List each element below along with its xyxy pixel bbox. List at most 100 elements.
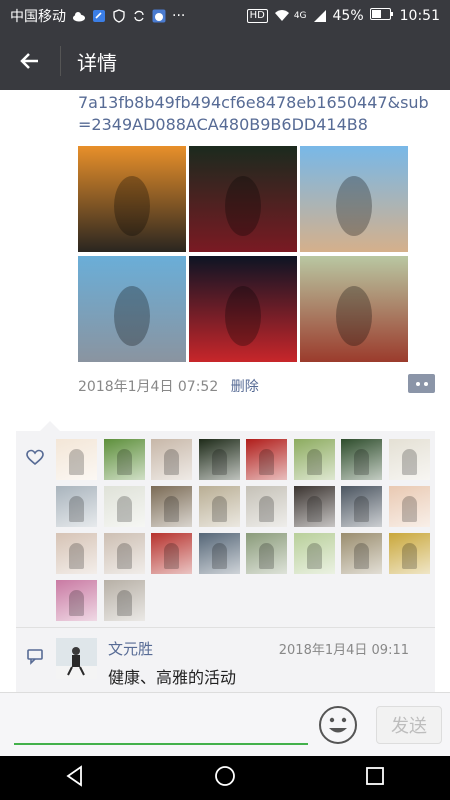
comment-text[interactable]: 健康、高雅的活动 xyxy=(108,664,236,688)
dot-icon xyxy=(423,381,428,386)
avatar-figure xyxy=(116,496,132,522)
avatar-field[interactable] xyxy=(293,439,335,480)
avatar-figure xyxy=(306,543,322,569)
avatar-stones[interactable] xyxy=(198,486,240,527)
avatar-woman-field[interactable] xyxy=(293,533,335,574)
battery-icon xyxy=(369,8,394,24)
avatar-bird[interactable] xyxy=(341,439,382,480)
avatar-figure xyxy=(354,496,369,522)
avatar-figure xyxy=(354,543,369,569)
avatar-figure xyxy=(211,543,227,569)
comments-section: 文元胜 2018年1月4日 09:11 健康、高雅的活动 xyxy=(16,627,435,692)
send-button[interactable]: 发送 xyxy=(376,706,442,744)
delete-link[interactable]: 删除 xyxy=(231,379,259,395)
avatar-figure xyxy=(259,496,274,522)
avatar-figure xyxy=(354,449,369,475)
hd-badge: HD xyxy=(246,9,268,23)
heron-sunset-photo xyxy=(114,176,150,236)
avatar-man-suit[interactable] xyxy=(341,486,382,527)
sync-icon xyxy=(132,9,146,23)
square-recents-icon xyxy=(366,767,384,785)
signal-icon xyxy=(313,9,327,23)
likes-section xyxy=(16,431,435,627)
app-icon xyxy=(92,9,106,23)
avatar-city[interactable] xyxy=(56,486,97,527)
avatar-woman-red[interactable] xyxy=(246,486,287,527)
avatar-seal[interactable] xyxy=(56,439,97,480)
comment-author[interactable]: 文元胜 xyxy=(108,638,153,659)
avatar-fox[interactable] xyxy=(388,486,430,527)
clock: 10:51 xyxy=(399,8,440,24)
avatar-park[interactable] xyxy=(246,533,287,574)
avatar-figure xyxy=(116,543,132,569)
avatar-figure xyxy=(401,449,417,475)
avatar-yellow[interactable] xyxy=(388,533,430,574)
nav-back-button[interactable] xyxy=(64,765,86,791)
photo-5[interactable] xyxy=(189,256,297,362)
dot-icon xyxy=(415,381,420,386)
avatar-figure xyxy=(211,449,227,475)
avatar-figure xyxy=(306,496,322,522)
comment-time: 2018年1月4日 09:11 xyxy=(278,643,409,658)
nav-home-button[interactable] xyxy=(214,765,236,791)
avatar-woman[interactable] xyxy=(103,533,145,574)
wifi-icon xyxy=(274,9,289,23)
post-timestamp: 2018年1月4日 07:52 xyxy=(78,379,219,395)
runners-photo xyxy=(336,176,372,236)
avatar-figure xyxy=(69,496,84,522)
triangle-back-icon xyxy=(66,765,82,787)
cat-app-icon xyxy=(152,9,166,23)
photo-2[interactable] xyxy=(189,146,297,252)
carrier-label: 中国移动 xyxy=(10,9,66,25)
comment-bubble-icon xyxy=(26,647,44,669)
avatar-figure xyxy=(69,590,84,616)
nav-recents-button[interactable] xyxy=(364,765,386,791)
avatar-lotus[interactable] xyxy=(198,439,240,480)
avatar-figure xyxy=(69,449,84,475)
soccer-celebration-photo xyxy=(225,286,261,346)
photo-6[interactable] xyxy=(300,256,408,362)
avatar-bonsai[interactable] xyxy=(103,486,145,527)
avatar-girl[interactable] xyxy=(56,533,97,574)
more-dots-icon: ··· xyxy=(172,8,186,24)
circle-home-icon xyxy=(215,766,235,786)
photo-3[interactable] xyxy=(300,146,408,252)
cyclists-photo xyxy=(336,286,372,346)
comment-input-bar: 发送 xyxy=(0,692,450,757)
heart-icon xyxy=(26,449,44,471)
network-type: 4G xyxy=(293,11,307,21)
avatar-lady-purple[interactable] xyxy=(56,580,97,621)
avatar-figure xyxy=(306,449,322,475)
shield-icon xyxy=(112,9,126,23)
avatar-red-flower[interactable] xyxy=(246,439,287,480)
battery-percent: 45% xyxy=(332,8,364,24)
photo-1[interactable] xyxy=(78,146,186,252)
avatar-figure xyxy=(69,543,84,569)
soccer-player-photo xyxy=(225,176,261,236)
avatar-figure xyxy=(116,449,132,475)
avatar-kitten[interactable] xyxy=(151,439,192,480)
avatar-horse[interactable] xyxy=(293,486,335,527)
comment-avatar[interactable] xyxy=(56,638,97,679)
comment-menu-button[interactable] xyxy=(408,374,435,393)
avatar-dancer[interactable] xyxy=(388,439,430,480)
app-bar: 详情 xyxy=(0,32,450,90)
avatar-flowers[interactable] xyxy=(103,439,145,480)
avatar-figure xyxy=(164,496,179,522)
avatar-taichi[interactable] xyxy=(198,533,240,574)
page-title: 详情 xyxy=(77,50,117,75)
avatar-elder[interactable] xyxy=(103,580,145,621)
avatar-figure xyxy=(211,496,227,522)
back-button[interactable] xyxy=(0,32,60,90)
emoji-button[interactable] xyxy=(318,705,358,745)
avatar-mountain[interactable] xyxy=(151,486,192,527)
cloud-icon xyxy=(72,9,86,23)
photo-4[interactable] xyxy=(78,256,186,362)
post-detail: 7a13fb8b49fb494cf6e8478eb1650447&sub=234… xyxy=(0,90,450,692)
opera-house-photo xyxy=(114,286,150,346)
post-link-text[interactable]: 7a13fb8b49fb494cf6e8478eb1650447&sub=234… xyxy=(78,92,438,136)
comment-input[interactable] xyxy=(14,705,308,745)
avatar-man-red[interactable] xyxy=(151,533,192,574)
post-meta: 2018年1月4日 07:52 删除 xyxy=(78,376,259,396)
avatar-couple[interactable] xyxy=(341,533,382,574)
